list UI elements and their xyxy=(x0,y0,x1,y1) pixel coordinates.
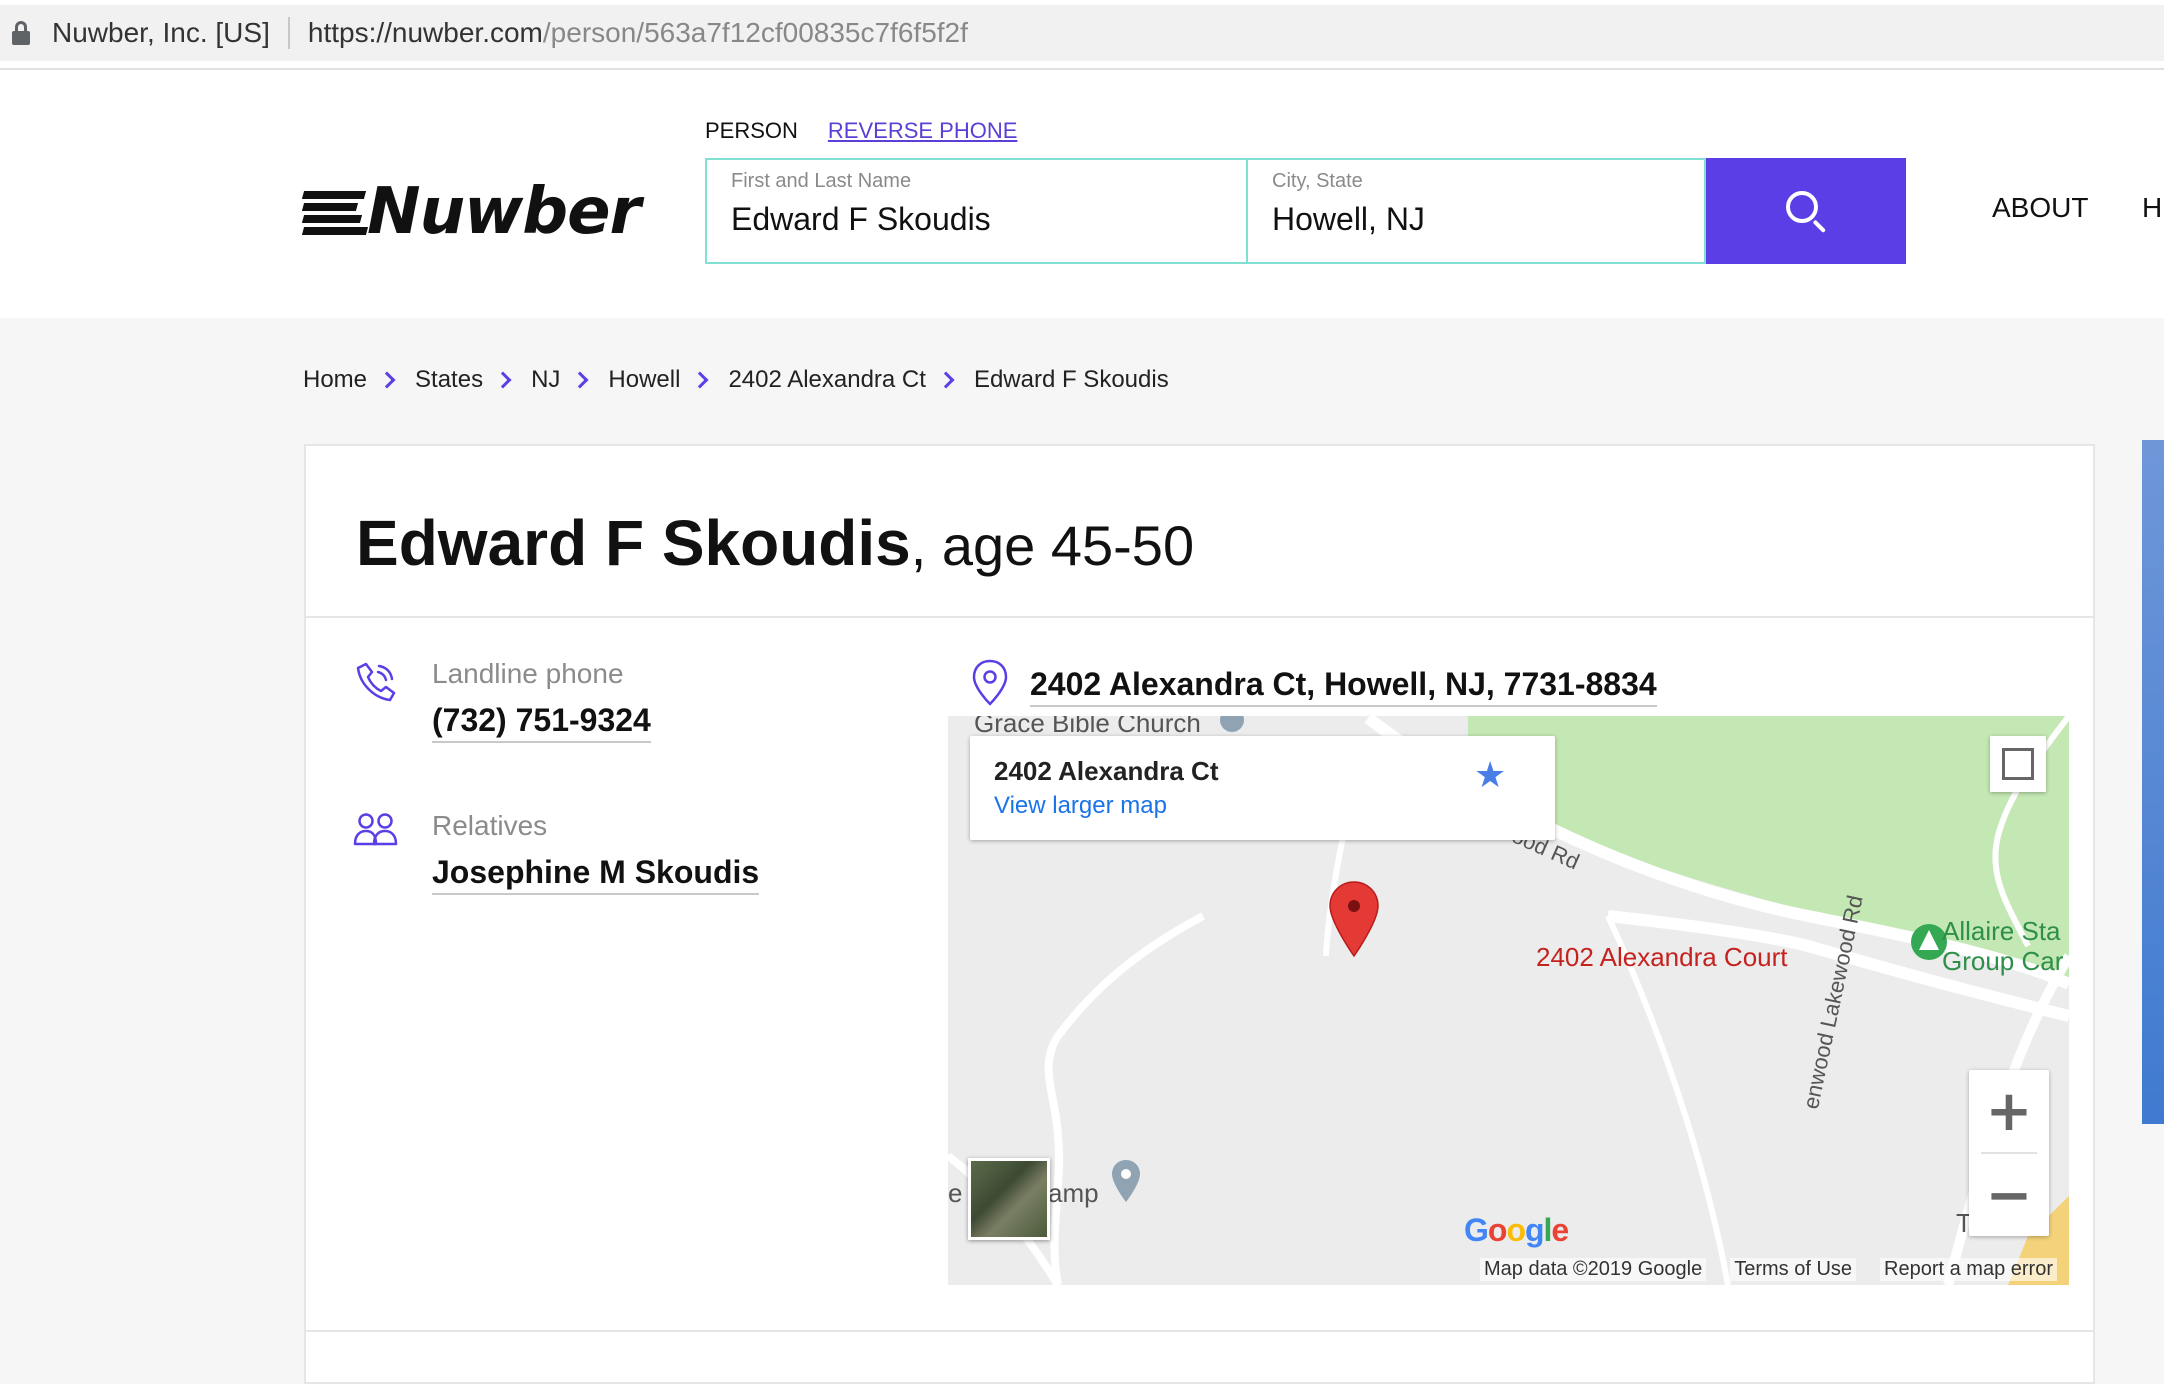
google-logo: Google xyxy=(1464,1212,1569,1248)
park-label-line-1: Allaire Sta xyxy=(1942,916,2061,946)
tab-person[interactable]: PERSON xyxy=(705,118,798,144)
zoom-out-button[interactable]: − xyxy=(1969,1154,2049,1236)
logo-mark-icon xyxy=(301,187,373,237)
divider xyxy=(306,616,2093,618)
nav-next-link[interactable]: H xyxy=(2142,192,2162,224)
breadcrumb-states[interactable]: States xyxy=(415,366,483,394)
fullscreen-button[interactable] xyxy=(1990,736,2046,792)
chevron-right-icon xyxy=(494,371,512,389)
name-field-label: First and Last Name xyxy=(731,170,912,192)
breadcrumb: Home States NJ Howell 2402 Alexandra Ct … xyxy=(303,366,1169,394)
breadcrumb-home[interactable]: Home xyxy=(303,366,367,394)
terms-of-use-link[interactable]: Terms of Use xyxy=(1730,1257,1857,1281)
phone-icon xyxy=(356,662,396,702)
url-text[interactable]: https://nuwber.com/person/563a7f12cf0083… xyxy=(308,17,968,49)
person-title: Edward F Skoudis, age 45-50 xyxy=(356,506,1194,580)
star-icon[interactable]: ★ xyxy=(1474,754,1506,796)
address-bar-field[interactable]: Nuwber, Inc. [US] https://nuwber.com/per… xyxy=(0,5,2164,61)
side-accent-bar xyxy=(2142,440,2164,1124)
report-map-error-link[interactable]: Report a map error xyxy=(1880,1257,2057,1281)
chevron-right-icon xyxy=(378,371,396,389)
address-separator xyxy=(287,17,290,49)
park-label-line-2: Group Car xyxy=(1942,946,2064,976)
name-search-field[interactable]: First and Last Name Edward F Skoudis xyxy=(705,158,1248,264)
tab-reverse-phone[interactable]: REVERSE PHONE xyxy=(828,118,1018,144)
fullscreen-icon xyxy=(2002,748,2034,780)
chevron-right-icon xyxy=(571,371,589,389)
nuwber-logo[interactable]: Nuwber xyxy=(301,175,641,249)
search-button[interactable] xyxy=(1706,158,1906,264)
map-label-partial: e xyxy=(948,1178,963,1208)
site-header: Nuwber PERSON REVERSE PHONE First and La… xyxy=(0,70,2164,318)
url-path: /person/563a7f12cf00835c7f6f5f2f xyxy=(542,17,968,48)
satellite-toggle[interactable] xyxy=(968,1158,1050,1240)
city-search-field[interactable]: City, State Howell, NJ xyxy=(1248,158,1706,264)
map-label-camp: amp xyxy=(1048,1178,1099,1208)
search-icon xyxy=(1784,189,1828,234)
chevron-right-icon xyxy=(937,371,955,389)
breadcrumb-city[interactable]: Howell xyxy=(608,366,680,394)
url-domain: https://nuwber.com xyxy=(307,17,543,48)
lock-icon xyxy=(12,21,30,45)
address-link[interactable]: 2402 Alexandra Ct, Howell, NJ, 7731-8834 xyxy=(1030,666,1657,707)
nav-about-link[interactable]: ABOUT xyxy=(1992,192,2088,224)
map-data-credit: Map data ©2019 Google xyxy=(1479,1257,1707,1281)
breadcrumb-street[interactable]: 2402 Alexandra Ct xyxy=(728,366,925,394)
relatives-icon xyxy=(353,813,398,846)
landline-phone-link[interactable]: (732) 751-9324 xyxy=(432,702,651,743)
chevron-right-icon xyxy=(691,371,709,389)
map-footer: Map data ©2019 Google Terms of Use Repor… xyxy=(948,1253,2069,1285)
person-name: Edward F Skoudis xyxy=(356,507,911,579)
map-card-title: 2402 Alexandra Ct xyxy=(994,756,1219,786)
name-field-value[interactable]: Edward F Skoudis xyxy=(731,201,1222,238)
city-field-value[interactable]: Howell, NJ xyxy=(1272,201,1680,238)
landline-label: Landline phone xyxy=(432,658,624,689)
city-field-label: City, State xyxy=(1272,170,1363,192)
breadcrumb-person: Edward F Skoudis xyxy=(973,366,1169,393)
search-tabs: PERSON REVERSE PHONE xyxy=(705,118,1017,144)
zoom-control: + − xyxy=(1969,1070,2049,1236)
relatives-label: Relatives xyxy=(432,810,548,841)
view-larger-map-link[interactable]: View larger map xyxy=(994,792,1167,820)
map-label-park: Allaire Sta Group Car xyxy=(1942,916,2063,976)
search-form: First and Last Name Edward F Skoudis Cit… xyxy=(705,158,1906,264)
map-marker-label: 2402 Alexandra Court xyxy=(1536,942,1788,972)
location-pin-icon xyxy=(972,659,1008,706)
breadcrumb-state[interactable]: NJ xyxy=(531,366,560,394)
person-age: , age 45-50 xyxy=(910,514,1195,577)
divider xyxy=(306,1330,2093,1332)
relative-link[interactable]: Josephine M Skoudis xyxy=(432,854,760,895)
site-identity: Nuwber, Inc. [US] xyxy=(52,17,270,48)
logo-text: Nuwber xyxy=(367,175,641,249)
person-card: Edward F Skoudis, age 45-50 Landline pho… xyxy=(304,444,2095,1384)
browser-address-bar: Nuwber, Inc. [US] https://nuwber.com/per… xyxy=(0,0,2164,70)
map-info-card: 2402 Alexandra Ct View larger map ★ xyxy=(970,736,1555,840)
location-map[interactable]: Grace Bible Church ood Rd enwood Lakewoo… xyxy=(948,716,2069,1285)
zoom-in-button[interactable]: + xyxy=(1969,1070,2049,1152)
